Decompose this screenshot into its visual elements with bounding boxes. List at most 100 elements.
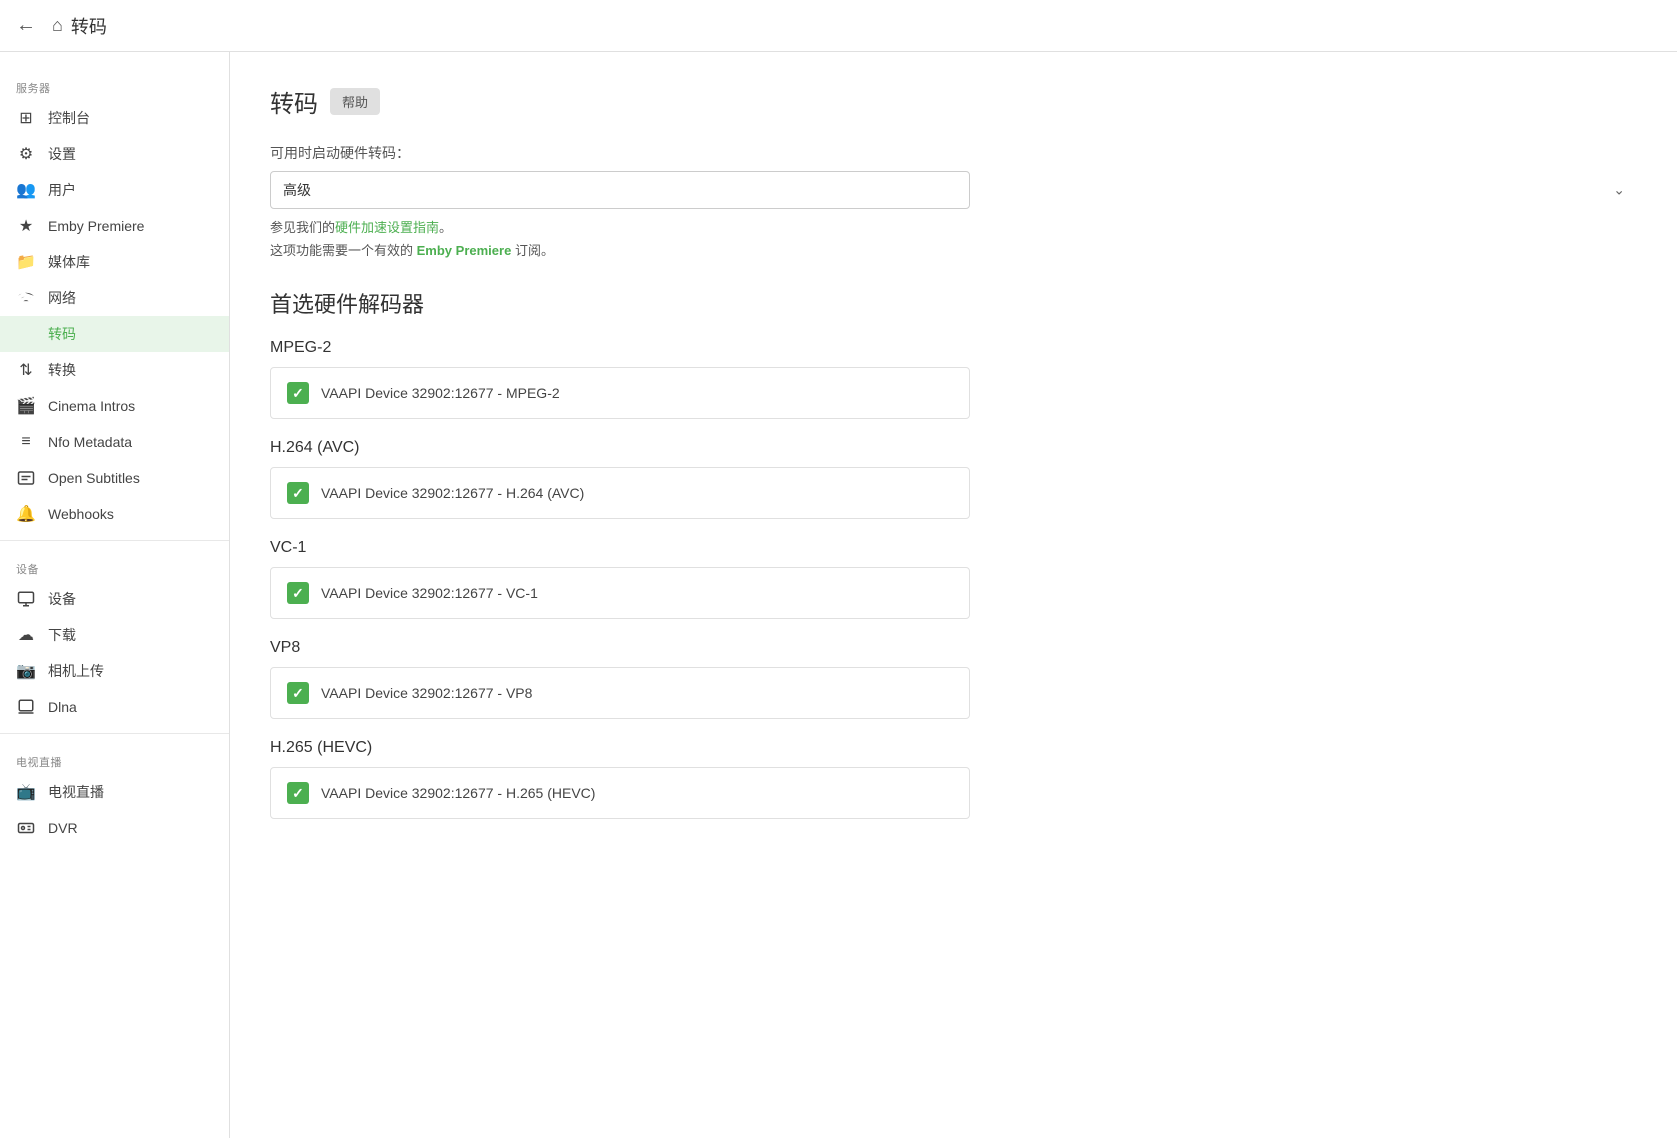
camera-icon: 📷 bbox=[16, 661, 36, 681]
sidebar-item-label: Webhooks bbox=[48, 506, 114, 522]
codec-section-mpeg2: MPEG-2 VAAPI Device 32902:12677 - MPEG-2 bbox=[270, 339, 1637, 419]
sidebar-item-label: 电视直播 bbox=[48, 782, 104, 802]
codec-label-mpeg2: MPEG-2 bbox=[270, 339, 1637, 357]
back-button[interactable]: ← bbox=[16, 14, 36, 37]
checkbox-h265[interactable] bbox=[287, 782, 309, 804]
main-layout: 服务器 ⊞ 控制台 ⚙ 设置 👥 用户 ★ Emby Premiere 📁 媒体… bbox=[0, 52, 1677, 1138]
bell-icon: 🔔 bbox=[16, 504, 36, 524]
sidebar-divider-2 bbox=[0, 733, 229, 734]
sidebar-item-livetv[interactable]: 📺 电视直播 bbox=[0, 774, 229, 810]
sidebar-item-library[interactable]: 📁 媒体库 bbox=[0, 244, 229, 280]
sidebar-item-label: Nfo Metadata bbox=[48, 434, 132, 450]
star-icon: ★ bbox=[16, 216, 36, 236]
folder-icon: 📁 bbox=[16, 252, 36, 272]
chevron-down-icon: ⌄ bbox=[1613, 182, 1625, 199]
codec-label-h265: H.265 (HEVC) bbox=[270, 739, 1637, 757]
sidebar-item-camera[interactable]: 📷 相机上传 bbox=[0, 653, 229, 689]
sidebar-item-label: 下载 bbox=[48, 625, 76, 645]
hardware-field-label: 可用时启动硬件转码： bbox=[270, 143, 1637, 163]
sidebar-item-label: Emby Premiere bbox=[48, 218, 144, 234]
checkbox-h264[interactable] bbox=[287, 482, 309, 504]
hardware-select-wrapper: 高级 基础 无 ⌄ bbox=[270, 171, 1637, 209]
checkbox-mpeg2[interactable] bbox=[287, 382, 309, 404]
sidebar-item-label: 转码 bbox=[48, 324, 76, 344]
codec-option-vc1[interactable]: VAAPI Device 32902:12677 - VC-1 bbox=[270, 567, 970, 619]
sidebar-item-dashboard[interactable]: ⊞ 控制台 bbox=[0, 100, 229, 136]
page-title: 转码 bbox=[270, 84, 318, 119]
sidebar-item-download[interactable]: ☁ 下载 bbox=[0, 617, 229, 653]
codec-device-vp8: VAAPI Device 32902:12677 - VP8 bbox=[321, 685, 532, 701]
sidebar-item-webhooks[interactable]: 🔔 Webhooks bbox=[0, 496, 229, 532]
sidebar-item-label: 网络 bbox=[48, 288, 76, 308]
hw-decoder-section-title: 首选硬件解码器 bbox=[270, 287, 1637, 319]
codec-device-h265: VAAPI Device 32902:12677 - H.265 (HEVC) bbox=[321, 785, 595, 801]
sidebar-item-dlna[interactable]: Dlna bbox=[0, 689, 229, 725]
codec-section-h265: H.265 (HEVC) VAAPI Device 32902:12677 - … bbox=[270, 739, 1637, 819]
sidebar-item-label: 控制台 bbox=[48, 108, 90, 128]
codec-section-vp8: VP8 VAAPI Device 32902:12677 - VP8 bbox=[270, 639, 1637, 719]
users-icon: 👥 bbox=[16, 180, 36, 200]
content-area: 转码 帮助 可用时启动硬件转码： 高级 基础 无 ⌄ 参见我们的硬件加速设置指南… bbox=[230, 52, 1677, 1138]
codec-section-h264: H.264 (AVC) VAAPI Device 32902:12677 - H… bbox=[270, 439, 1637, 519]
sidebar-item-label: Cinema Intros bbox=[48, 398, 135, 414]
codec-device-h264: VAAPI Device 32902:12677 - H.264 (AVC) bbox=[321, 485, 584, 501]
settings-icon: ⚙ bbox=[16, 144, 36, 164]
codec-section-vc1: VC-1 VAAPI Device 32902:12677 - VC-1 bbox=[270, 539, 1637, 619]
sidebar-item-label: 转换 bbox=[48, 360, 76, 380]
info-line-1: 参见我们的硬件加速设置指南。 bbox=[270, 217, 1637, 236]
sidebar-item-label: 设备 bbox=[48, 589, 76, 609]
codec-label-h264: H.264 (AVC) bbox=[270, 439, 1637, 457]
hw-guide-link[interactable]: 硬件加速设置指南 bbox=[335, 220, 439, 235]
codec-option-h264[interactable]: VAAPI Device 32902:12677 - H.264 (AVC) bbox=[270, 467, 970, 519]
sidebar-item-settings[interactable]: ⚙ 设置 bbox=[0, 136, 229, 172]
sidebar-item-label: 相机上传 bbox=[48, 661, 104, 681]
sidebar-item-network[interactable]: 网络 bbox=[0, 280, 229, 316]
sidebar-item-label: Dlna bbox=[48, 699, 77, 715]
sidebar-item-label: 媒体库 bbox=[48, 252, 90, 272]
sidebar-item-premiere[interactable]: ★ Emby Premiere bbox=[0, 208, 229, 244]
home-button[interactable]: ⌂ bbox=[52, 15, 63, 36]
codec-label-vc1: VC-1 bbox=[270, 539, 1637, 557]
sidebar-item-transcode[interactable]: 转码 bbox=[0, 316, 229, 352]
top-bar-title: 转码 bbox=[71, 13, 107, 39]
sidebar-item-label: DVR bbox=[48, 820, 78, 836]
sidebar-item-convert[interactable]: ⇅ 转换 bbox=[0, 352, 229, 388]
codec-device-mpeg2: VAAPI Device 32902:12677 - MPEG-2 bbox=[321, 385, 560, 401]
sidebar-item-users[interactable]: 👥 用户 bbox=[0, 172, 229, 208]
sidebar-item-subtitles[interactable]: Open Subtitles bbox=[0, 460, 229, 496]
sidebar-section-devices: 设备 bbox=[0, 549, 229, 581]
sidebar-item-cinema[interactable]: 🎬 Cinema Intros bbox=[0, 388, 229, 424]
dashboard-icon: ⊞ bbox=[16, 108, 36, 128]
codec-label-vp8: VP8 bbox=[270, 639, 1637, 657]
sidebar-item-devices[interactable]: 设备 bbox=[0, 581, 229, 617]
checkbox-vc1[interactable] bbox=[287, 582, 309, 604]
devices-icon bbox=[16, 589, 36, 609]
subtitles-icon bbox=[16, 468, 36, 488]
page-header: 转码 帮助 bbox=[270, 84, 1637, 119]
cinema-icon: 🎬 bbox=[16, 396, 36, 416]
sidebar-item-dvr[interactable]: DVR bbox=[0, 810, 229, 846]
sidebar-divider-1 bbox=[0, 540, 229, 541]
transcode-icon bbox=[16, 324, 36, 344]
top-bar: ← ⌂ 转码 bbox=[0, 0, 1677, 52]
convert-icon: ⇅ bbox=[16, 360, 36, 380]
premiere-link[interactable]: Emby Premiere bbox=[417, 243, 512, 258]
codec-device-vc1: VAAPI Device 32902:12677 - VC-1 bbox=[321, 585, 538, 601]
sidebar-item-label: 设置 bbox=[48, 144, 76, 164]
codec-option-mpeg2[interactable]: VAAPI Device 32902:12677 - MPEG-2 bbox=[270, 367, 970, 419]
sidebar-item-label: Open Subtitles bbox=[48, 470, 140, 486]
codec-option-vp8[interactable]: VAAPI Device 32902:12677 - VP8 bbox=[270, 667, 970, 719]
download-icon: ☁ bbox=[16, 625, 36, 645]
sidebar-item-nfo[interactable]: ≡ Nfo Metadata bbox=[0, 424, 229, 460]
help-button[interactable]: 帮助 bbox=[330, 88, 380, 115]
hardware-select[interactable]: 高级 基础 无 bbox=[270, 171, 970, 209]
sidebar-item-label: 用户 bbox=[48, 180, 76, 200]
sidebar: 服务器 ⊞ 控制台 ⚙ 设置 👥 用户 ★ Emby Premiere 📁 媒体… bbox=[0, 52, 230, 1138]
codec-option-h265[interactable]: VAAPI Device 32902:12677 - H.265 (HEVC) bbox=[270, 767, 970, 819]
nfo-icon: ≡ bbox=[16, 432, 36, 452]
network-icon bbox=[16, 288, 36, 308]
dvr-icon bbox=[16, 818, 36, 838]
info-line-2: 这项功能需要一个有效的 Emby Premiere 订阅。 bbox=[270, 240, 1637, 259]
dlna-icon bbox=[16, 697, 36, 717]
checkbox-vp8[interactable] bbox=[287, 682, 309, 704]
